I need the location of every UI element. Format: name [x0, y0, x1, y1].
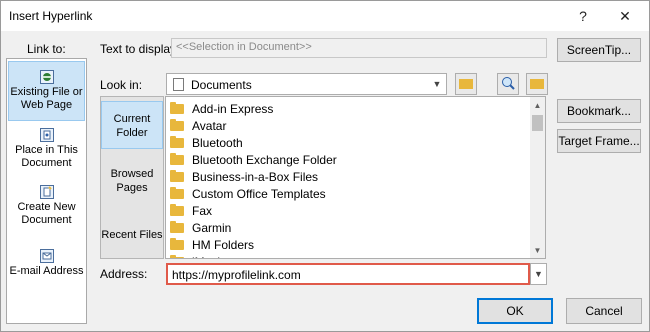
- address-input[interactable]: https://myprofilelink.com: [166, 263, 530, 285]
- list-item[interactable]: Bluetooth Exchange Folder: [170, 151, 337, 168]
- sidebar-item-label: E-mail Address: [9, 265, 84, 277]
- look-in-panel: Current Folder Browsed Pages Recent File…: [100, 96, 164, 259]
- browse-web-button[interactable]: [497, 73, 519, 95]
- document-place-icon: [39, 128, 54, 142]
- look-in-value: Documents: [191, 78, 252, 92]
- browse-file-button[interactable]: [526, 73, 548, 95]
- cancel-button[interactable]: Cancel: [566, 298, 642, 324]
- folder-icon: [170, 186, 184, 199]
- email-icon: [39, 249, 54, 263]
- folder-icon: [170, 169, 184, 182]
- folder-icon: [170, 101, 184, 114]
- sidebar-item-create-new-document[interactable]: Create New Document: [8, 183, 85, 227]
- open-folder-icon: [530, 79, 544, 89]
- insert-hyperlink-dialog: Insert Hyperlink ? ✕ Link to: Existing F…: [0, 0, 650, 332]
- web-page-icon: [39, 70, 54, 84]
- address-label: Address:: [100, 267, 148, 281]
- link-to-sidebar: Existing File or Web Page Place in This …: [6, 58, 87, 324]
- list-item[interactable]: Bluetooth: [170, 134, 243, 151]
- look-in-select[interactable]: Documents ▼: [166, 73, 447, 95]
- list-item[interactable]: Avatar: [170, 117, 226, 134]
- sidebar-item-existing-file[interactable]: Existing File or Web Page: [8, 61, 85, 121]
- list-item[interactable]: Garmin: [170, 219, 231, 236]
- close-button[interactable]: ✕: [605, 1, 645, 31]
- new-document-icon: [39, 185, 54, 199]
- list-item[interactable]: Business-in-a-Box Files: [170, 168, 318, 185]
- scroll-down-icon[interactable]: ▼: [530, 242, 545, 258]
- bookmark-button[interactable]: Bookmark...: [557, 99, 641, 123]
- folder-icon: [170, 220, 184, 233]
- folder-up-icon: [459, 79, 473, 89]
- sidebar-item-label: Existing File or Web Page: [10, 86, 83, 111]
- ok-button[interactable]: OK: [477, 298, 553, 324]
- panel-item-recent-files[interactable]: Recent Files: [101, 228, 163, 246]
- folder-icon: [170, 237, 184, 250]
- folder-icon: [170, 254, 184, 258]
- list-item[interactable]: Add-in Express: [170, 100, 273, 117]
- panel-item-current-folder[interactable]: Current Folder: [101, 101, 163, 149]
- link-to-label: Link to:: [27, 42, 66, 56]
- list-item[interactable]: Custom Office Templates: [170, 185, 326, 202]
- text-to-display-field[interactable]: <<Selection in Document>>: [171, 38, 547, 58]
- scroll-up-icon[interactable]: ▲: [530, 97, 545, 113]
- sidebar-item-email-address[interactable]: E-mail Address: [8, 247, 85, 281]
- up-one-folder-button[interactable]: [455, 73, 477, 95]
- look-in-label: Look in:: [100, 78, 143, 92]
- address-dropdown[interactable]: ▼: [530, 263, 547, 285]
- target-frame-button[interactable]: Target Frame...: [557, 129, 641, 153]
- list-item[interactable]: iMazing: [170, 253, 233, 258]
- list-item[interactable]: HM Folders: [170, 236, 254, 253]
- folder-icon: [170, 135, 184, 148]
- dialog-title: Insert Hyperlink: [9, 9, 93, 23]
- file-list-scrollbar[interactable]: ▲ ▼: [530, 97, 545, 258]
- sidebar-item-label: Create New Document: [17, 201, 76, 226]
- text-to-display-label: Text to display:: [100, 42, 180, 56]
- sidebar-item-label: Place in This Document: [15, 144, 78, 169]
- list-item[interactable]: Fax: [170, 202, 212, 219]
- folder-icon: [170, 203, 184, 216]
- folder-icon: [170, 152, 184, 165]
- chevron-down-icon[interactable]: ▼: [429, 76, 445, 92]
- title-bar: Insert Hyperlink ? ✕: [1, 1, 649, 31]
- browse-web-icon: [501, 76, 515, 93]
- sidebar-item-place-in-document[interactable]: Place in This Document: [8, 126, 85, 170]
- panel-item-browsed-pages[interactable]: Browsed Pages: [101, 165, 163, 199]
- folder-icon: [170, 118, 184, 131]
- chevron-down-icon: ▼: [534, 269, 543, 279]
- documents-icon: [173, 78, 184, 91]
- screentip-button[interactable]: ScreenTip...: [557, 38, 641, 62]
- help-button[interactable]: ?: [563, 1, 603, 31]
- scroll-thumb[interactable]: [532, 115, 543, 131]
- file-list: Add-in Express Avatar Bluetooth Bluetoot…: [165, 96, 546, 259]
